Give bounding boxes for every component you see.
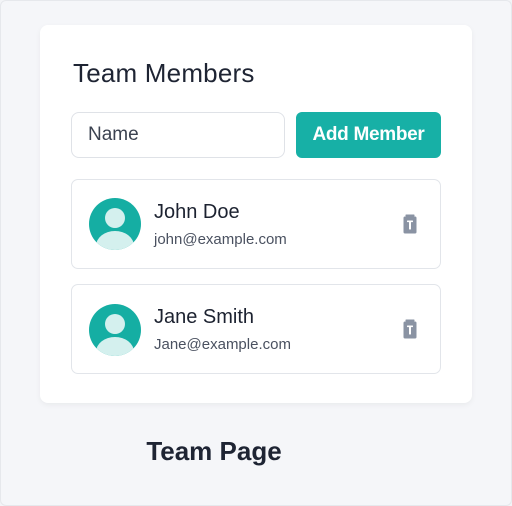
member-name: John Doe xyxy=(154,201,240,223)
team-members-card: Team Members Add Member John Doe john@ex… xyxy=(40,25,472,403)
name-input[interactable] xyxy=(71,112,285,158)
member-name: Jane Smith xyxy=(154,306,255,328)
add-member-button[interactable]: Add Member xyxy=(296,112,441,158)
member-email: john@example.com xyxy=(154,231,287,248)
trash-icon[interactable] xyxy=(402,319,418,339)
member-card: John Doe john@example.com xyxy=(71,179,441,269)
member-email: Jane@example.com xyxy=(154,336,291,353)
page-caption: Team Page xyxy=(146,436,282,466)
user-avatar-icon xyxy=(89,304,141,356)
trash-icon[interactable] xyxy=(402,214,418,234)
page-title: Team Members xyxy=(73,58,255,88)
member-card: Jane Smith Jane@example.com xyxy=(71,284,441,374)
user-avatar-icon xyxy=(89,198,141,250)
